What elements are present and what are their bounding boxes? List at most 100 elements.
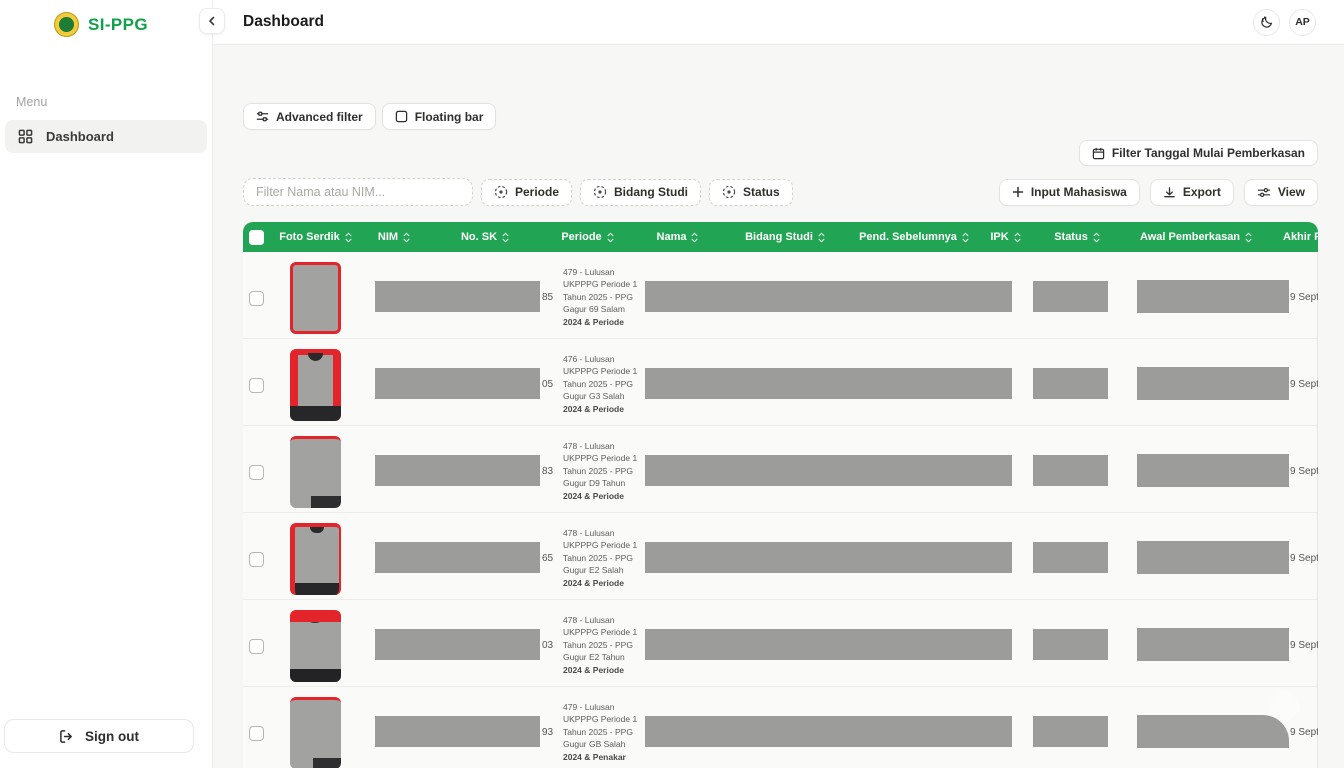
column-header-pend-sebelumnya[interactable]: Pend. Sebelumnya xyxy=(850,231,978,243)
periode-cell: 479 - LulusanUKPPPG Periode 1Tahun 2025 … xyxy=(563,266,649,328)
akhir-tail-text: 9 Septem xyxy=(1290,292,1318,303)
row-checkbox[interactable] xyxy=(249,726,264,741)
row-checkbox[interactable] xyxy=(249,552,264,567)
column-header-akhir-pemberkasan[interactable]: Akhir Pemberkasan xyxy=(1271,231,1318,243)
serdik-photo xyxy=(290,349,341,421)
column-header-foto-serdik[interactable]: Foto Serdik xyxy=(273,231,358,243)
table-row: 65 478 - LulusanUKPPPG Periode 1Tahun 202… xyxy=(243,513,1317,600)
table-row: 05 476 - LulusanUKPPPG Periode 1Tahun 202… xyxy=(243,339,1317,426)
logout-icon xyxy=(59,729,74,744)
checkbox-square-icon xyxy=(395,110,408,123)
table-row: 85 479 - LulusanUKPPPG Periode 1Tahun 202… xyxy=(243,252,1317,339)
sort-icon xyxy=(607,232,614,243)
sort-icon xyxy=(818,232,825,243)
chevron-left-icon xyxy=(207,16,217,26)
students-table: Foto SerdikNIMNo. SKPeriodeNamaBidang St… xyxy=(243,222,1318,768)
redacted-awal-pemberkasan xyxy=(1137,280,1289,313)
sidebar-item-dashboard[interactable]: Dashboard xyxy=(5,120,207,153)
sidebar-item-label: Dashboard xyxy=(46,129,114,144)
sort-icon xyxy=(691,232,698,243)
filter-chip-periode[interactable]: Periode xyxy=(481,179,572,206)
column-header-nim[interactable]: NIM xyxy=(358,231,430,243)
periode-cell: 476 - LulusanUKPPPG Periode 1Tahun 2025 … xyxy=(563,353,649,415)
sort-icon xyxy=(1245,232,1252,243)
table-row: 83 478 - LulusanUKPPPG Periode 1Tahun 202… xyxy=(243,426,1317,513)
row-checkbox[interactable] xyxy=(249,639,264,654)
input-mahasiswa-button[interactable]: Input Mahasiswa xyxy=(999,179,1140,206)
adjustments-icon xyxy=(256,110,269,123)
nosk-tail-text: 85 xyxy=(542,292,553,303)
redacted-status xyxy=(1033,629,1108,660)
search-input[interactable] xyxy=(243,178,473,206)
periode-cell: 478 - LulusanUKPPPG Periode 1Tahun 2025 … xyxy=(563,614,649,676)
floating-bar-button[interactable]: Floating bar xyxy=(382,103,497,130)
nosk-tail-text: 05 xyxy=(542,379,553,390)
avatar[interactable]: AP xyxy=(1289,9,1316,36)
menu-section-label: Menu xyxy=(16,95,212,109)
redacted-status xyxy=(1033,281,1108,312)
filter-chip-bidang-studi[interactable]: Bidang Studi xyxy=(580,179,701,206)
column-header-nama[interactable]: Nama xyxy=(635,231,720,243)
column-header-no-sk[interactable]: No. SK xyxy=(430,231,540,243)
serdik-photo xyxy=(290,610,341,682)
sort-icon xyxy=(962,232,969,243)
select-all-checkbox[interactable] xyxy=(243,230,273,245)
grid-icon xyxy=(18,129,33,144)
redacted-nim-nosk xyxy=(375,716,540,747)
column-header-ipk[interactable]: IPK xyxy=(978,231,1033,243)
redacted-status xyxy=(1033,716,1108,747)
redacted-nama-bidang-pend xyxy=(645,542,1012,573)
periode-cell: 478 - LulusanUKPPPG Periode 1Tahun 2025 … xyxy=(563,440,649,502)
akhir-tail-text: 9 Septem xyxy=(1290,379,1318,390)
sort-icon xyxy=(1014,232,1021,243)
redacted-nama-bidang-pend xyxy=(645,281,1012,312)
page-title: Dashboard xyxy=(243,13,324,31)
topbar: Dashboard AP xyxy=(213,0,1344,45)
nosk-tail-text: 83 xyxy=(542,466,553,477)
serdik-photo xyxy=(290,697,341,768)
serdik-photo xyxy=(290,436,341,508)
redacted-status xyxy=(1033,368,1108,399)
redacted-awal-pemberkasan xyxy=(1137,454,1289,487)
export-button[interactable]: Export xyxy=(1150,179,1234,206)
column-header-bidang-studi[interactable]: Bidang Studi xyxy=(720,231,850,243)
redacted-awal-pemberkasan xyxy=(1137,541,1289,574)
checkbox[interactable] xyxy=(249,230,264,245)
nosk-tail-text: 93 xyxy=(542,727,553,738)
redacted-nim-nosk xyxy=(375,629,540,660)
serdik-photo xyxy=(290,262,341,334)
sort-icon xyxy=(1093,232,1100,243)
app-name: SI-PPG xyxy=(88,15,148,35)
sort-icon xyxy=(502,232,509,243)
advanced-filter-button[interactable]: Advanced filter xyxy=(243,103,376,130)
plus-icon xyxy=(1012,186,1024,198)
table-row: 03478 - LulusanUKPPPG Periode 1Tahun 202… xyxy=(243,600,1317,687)
date-filter-button[interactable]: Filter Tanggal Mulai Pemberkasan xyxy=(1079,140,1318,166)
row-checkbox[interactable] xyxy=(249,291,264,306)
sliders-icon xyxy=(1257,186,1271,199)
redacted-awal-pemberkasan xyxy=(1137,367,1289,400)
redacted-status xyxy=(1033,455,1108,486)
theme-toggle-button[interactable] xyxy=(1253,9,1280,36)
redacted-awal-pemberkasan xyxy=(1137,715,1289,748)
nosk-tail-text: 65 xyxy=(542,553,553,564)
row-checkbox[interactable] xyxy=(249,465,264,480)
logo: SI-PPG xyxy=(0,0,212,37)
table-header: Foto SerdikNIMNo. SKPeriodeNamaBidang St… xyxy=(243,222,1318,252)
row-checkbox[interactable] xyxy=(249,378,264,393)
periode-cell: 478 - LulusanUKPPPG Periode 1Tahun 2025 … xyxy=(563,527,649,589)
download-icon xyxy=(1163,186,1176,199)
sidebar-collapse-button[interactable] xyxy=(199,8,225,34)
redacted-nama-bidang-pend xyxy=(645,455,1012,486)
circle-dot-icon xyxy=(593,185,607,199)
column-header-periode[interactable]: Periode xyxy=(540,231,635,243)
filter-chip-status[interactable]: Status xyxy=(709,179,793,206)
redacted-nim-nosk xyxy=(375,455,540,486)
redacted-nama-bidang-pend xyxy=(645,716,1012,747)
redacted-nim-nosk xyxy=(375,368,540,399)
column-header-status[interactable]: Status xyxy=(1033,231,1121,243)
view-button[interactable]: View xyxy=(1244,179,1318,206)
redacted-status xyxy=(1033,542,1108,573)
column-header-awal-pemberkasan[interactable]: Awal Pemberkasan xyxy=(1121,231,1271,243)
sign-out-button[interactable]: Sign out xyxy=(4,719,194,753)
